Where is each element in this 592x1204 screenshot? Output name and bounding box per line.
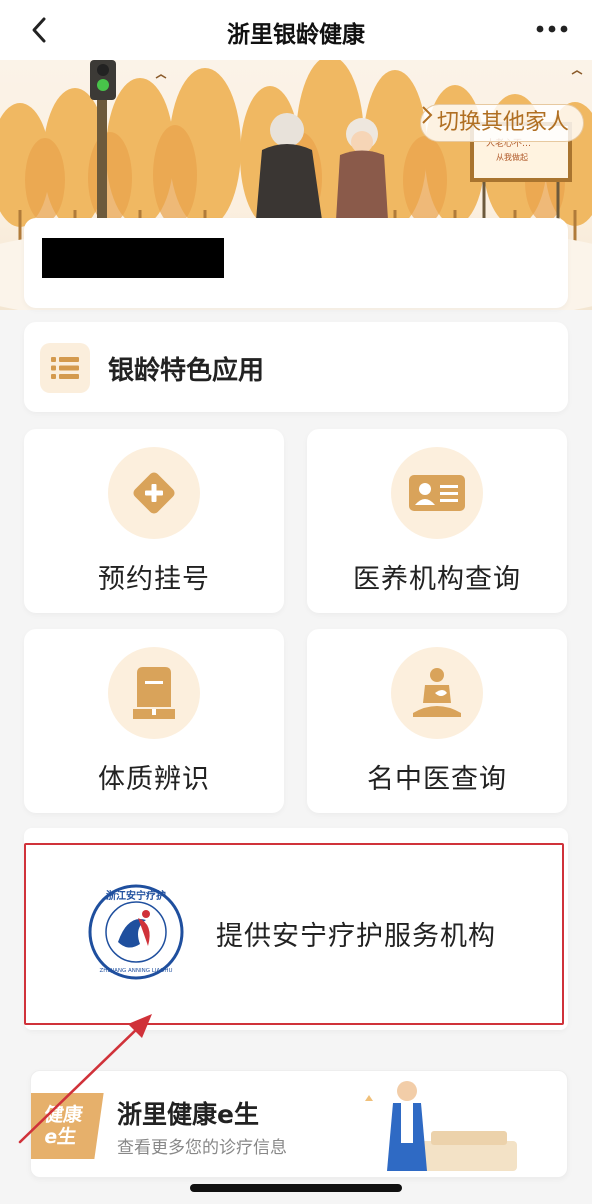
health-e-life-card[interactable]: 健康 e生 浙里健康e生 查看更多您的诊疗信息 xyxy=(30,1070,568,1178)
tile-label: 医养机构查询 xyxy=(353,564,521,595)
switch-family-label: 切换其他家人 xyxy=(436,110,569,135)
meditation-icon xyxy=(391,647,483,739)
tile-institution-query[interactable]: 医养机构查询 xyxy=(307,429,567,613)
constitution-icon xyxy=(108,647,200,739)
home-indicator xyxy=(190,1184,402,1192)
tile-label: 预约挂号 xyxy=(98,564,210,595)
tile-label: 名中医查询 xyxy=(367,764,507,795)
tile-constitution[interactable]: 体质辨识 xyxy=(24,629,284,813)
more-dots-icon xyxy=(536,25,568,33)
badge-line1: 健康 xyxy=(42,1104,85,1126)
more-button[interactable] xyxy=(534,16,570,42)
chevron-right-icon xyxy=(422,106,433,124)
section-title: 银龄特色应用 xyxy=(108,356,265,386)
tile-tcm-doctor[interactable]: 名中医查询 xyxy=(307,629,567,813)
nav-bar: 浙里银龄健康 xyxy=(0,0,592,60)
tile-appointment[interactable]: 预约挂号 xyxy=(24,429,284,613)
plus-diamond-icon xyxy=(108,447,200,539)
badge-line2: e生 xyxy=(42,1126,78,1148)
user-card[interactable] xyxy=(24,218,568,308)
redacted-user-name xyxy=(42,238,224,278)
health-badge: 健康 e生 xyxy=(31,1093,104,1159)
switch-family-button[interactable]: 切换其他家人 xyxy=(419,104,584,142)
doctor-illustration xyxy=(365,1081,517,1171)
billboard-line2: 从我做起 xyxy=(496,152,528,162)
health-title: 浙里健康e生 xyxy=(117,1100,259,1129)
highlight-box xyxy=(24,843,564,1025)
id-card-icon xyxy=(391,447,483,539)
section-header: 银龄特色应用 xyxy=(24,322,568,412)
tile-label: 体质辨识 xyxy=(98,764,210,795)
list-icon xyxy=(40,343,90,393)
health-subtitle: 查看更多您的诊疗信息 xyxy=(117,1138,287,1158)
page-title: 浙里银龄健康 xyxy=(227,22,365,48)
